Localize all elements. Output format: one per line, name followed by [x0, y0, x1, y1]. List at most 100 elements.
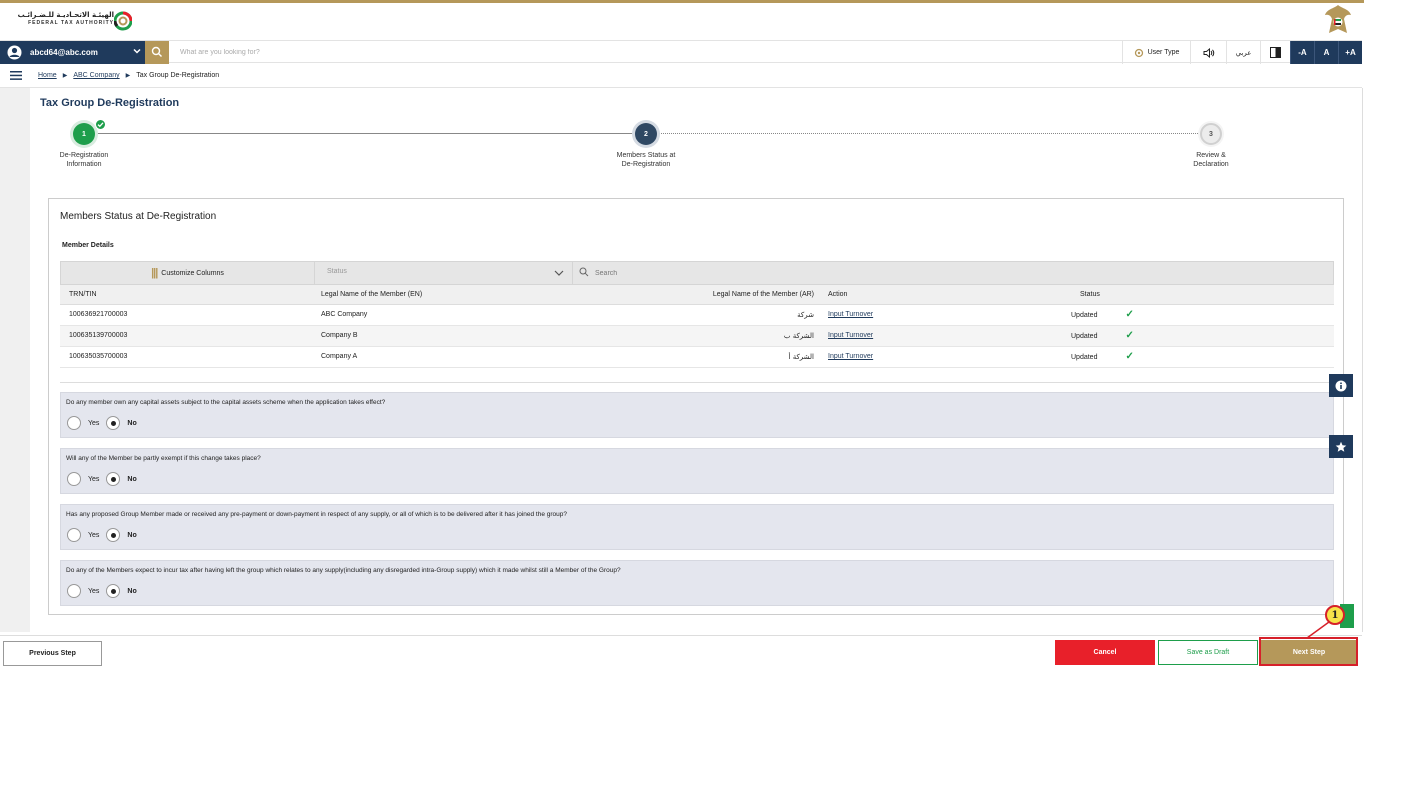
column-header-name-ar[interactable]: Legal Name of the Member (AR): [687, 285, 819, 305]
main-content: Tax Group De-Registration 1 De-Registrat…: [30, 88, 1363, 632]
radio-no-selected[interactable]: [106, 416, 121, 430]
radio-no-selected[interactable]: [106, 472, 121, 486]
step-1-checkmark-icon: [95, 119, 106, 130]
question-text: Do any member own any capital assets sub…: [66, 399, 386, 406]
customize-columns-button[interactable]: ||| Customize Columns: [61, 262, 315, 284]
column-header-action[interactable]: Action: [819, 285, 1071, 305]
step-3-number: 3: [1209, 130, 1213, 138]
question-text: Do any of the Members expect to incur ta…: [66, 567, 621, 574]
breadcrumb-separator-icon: ▶: [62, 73, 68, 79]
radio-yes-label[interactable]: Yes: [88, 588, 99, 595]
radio-no-label[interactable]: No: [127, 588, 136, 595]
stepper-line-completed: [95, 133, 636, 134]
star-icon: [1335, 441, 1347, 452]
user-type-button[interactable]: User Type: [1122, 41, 1190, 64]
speaker-icon: [1203, 47, 1214, 58]
search-icon: [151, 46, 162, 57]
step-2-circle[interactable]: 2: [635, 123, 657, 145]
step-1-circle[interactable]: 1: [73, 123, 95, 145]
check-icon: ✓: [1125, 330, 1134, 341]
radio-yes[interactable]: [67, 472, 81, 486]
fta-logo-icon[interactable]: [114, 7, 132, 35]
radio-yes-label[interactable]: Yes: [88, 420, 99, 427]
contrast-toggle[interactable]: [1260, 41, 1290, 64]
radio-no-label[interactable]: No: [127, 532, 136, 539]
step-1-label-line1: De-Registration: [59, 152, 109, 159]
columns-icon: |||: [151, 267, 158, 279]
grid-search-input[interactable]: [595, 266, 895, 281]
step-1-label: De-Registration Information: [34, 151, 134, 169]
radio-no-selected[interactable]: [106, 528, 121, 542]
favorite-button[interactable]: [1329, 435, 1353, 458]
column-header-name-en[interactable]: Legal Name of the Member (EN): [312, 285, 687, 305]
chevron-down-icon: [554, 270, 564, 276]
logo-arabic-text: الهيئـة الاتحـاديـة للـضـرائـب: [17, 11, 114, 19]
cell-trn: 100635139700003: [60, 325, 312, 347]
search-button[interactable]: [145, 41, 169, 64]
step-1-number: 1: [82, 130, 86, 138]
radio-dot-icon: [110, 420, 116, 426]
user-avatar-icon: [7, 45, 22, 60]
column-header-status[interactable]: Status: [1071, 285, 1334, 305]
step-2-label-line1: Members Status at: [616, 152, 676, 159]
site-header: الهيئـة الاتحـاديـة للـضـرائـب FEDERAL T…: [0, 3, 1364, 39]
status-text: Updated: [1071, 312, 1098, 319]
step-3-label: Review & Declaration: [1161, 151, 1261, 169]
input-turnover-link[interactable]: Input Turnover: [828, 311, 873, 318]
font-increase-button[interactable]: +A: [1338, 41, 1362, 64]
column-header-trn[interactable]: TRN/TIN: [60, 285, 312, 305]
step-2-label: Members Status at De-Registration: [596, 151, 696, 169]
breadcrumb-company[interactable]: ABC Company: [73, 72, 119, 79]
contrast-icon: [1270, 47, 1281, 58]
text-to-speech-button[interactable]: [1190, 41, 1226, 64]
info-button[interactable]: [1329, 374, 1353, 397]
question-capital-assets: Do any member own any capital assets sub…: [60, 392, 1334, 438]
menu-icon[interactable]: [10, 71, 22, 80]
cell-name-en: Company A: [312, 346, 687, 368]
radio-group: Yes No: [67, 472, 144, 486]
step-2-number: 2: [644, 130, 648, 138]
action-footer: Previous Step Cancel Save as Draft Next …: [0, 635, 1362, 669]
cell-status: Updated ✓: [1071, 325, 1334, 347]
previous-step-button[interactable]: Previous Step: [3, 641, 102, 666]
step-callout-badge: 1: [1325, 605, 1345, 625]
fta-logo-text[interactable]: الهيئـة الاتحـاديـة للـضـرائـب FEDERAL T…: [10, 11, 114, 26]
uae-emblem-icon: [1325, 5, 1351, 33]
save-as-draft-button[interactable]: Save as Draft: [1158, 640, 1258, 665]
radio-yes[interactable]: [67, 528, 81, 542]
member-details-heading: Member Details: [62, 242, 114, 249]
radio-group: Yes No: [67, 416, 144, 430]
status-text: Updated: [1071, 333, 1098, 340]
global-search-input[interactable]: [172, 43, 672, 62]
table-row: 100635139700003 Company B الشركة ب Input…: [60, 325, 1334, 347]
cell-name-ar: الشركة ب: [687, 325, 819, 347]
radio-yes[interactable]: [67, 416, 81, 430]
radio-yes-label[interactable]: Yes: [88, 532, 99, 539]
step-3-circle[interactable]: 3: [1200, 123, 1222, 145]
progress-stepper: 1 De-Registration Information 2 Members …: [30, 118, 1363, 178]
status-filter-dropdown[interactable]: Status: [315, 262, 573, 284]
input-turnover-link[interactable]: Input Turnover: [828, 353, 873, 360]
language-toggle[interactable]: عربي: [1226, 41, 1260, 64]
radio-no-selected[interactable]: [106, 584, 121, 598]
radio-group: Yes No: [67, 584, 144, 598]
breadcrumb-separator-icon: ▶: [125, 73, 131, 79]
font-decrease-button[interactable]: -A: [1290, 41, 1314, 64]
members-status-card: Members Status at De-Registration Member…: [48, 198, 1344, 615]
cell-action: Input Turnover: [819, 346, 1071, 368]
input-turnover-link[interactable]: Input Turnover: [828, 332, 873, 339]
question-partly-exempt: Will any of the Member be partly exempt …: [60, 448, 1334, 494]
radio-no-label[interactable]: No: [127, 420, 136, 427]
cell-name-en: Company B: [312, 325, 687, 347]
radio-no-label[interactable]: No: [127, 476, 136, 483]
info-icon: [1335, 380, 1347, 391]
user-menu[interactable]: abcd64@abc.com: [0, 41, 145, 64]
breadcrumb-home[interactable]: Home: [38, 72, 57, 79]
font-normal-button[interactable]: A: [1314, 41, 1338, 64]
radio-yes[interactable]: [67, 584, 81, 598]
cancel-button[interactable]: Cancel: [1055, 640, 1155, 665]
search-icon: [579, 267, 589, 277]
next-step-highlight-box: [1259, 637, 1358, 666]
chevron-down-icon[interactable]: [132, 46, 142, 56]
radio-yes-label[interactable]: Yes: [88, 476, 99, 483]
